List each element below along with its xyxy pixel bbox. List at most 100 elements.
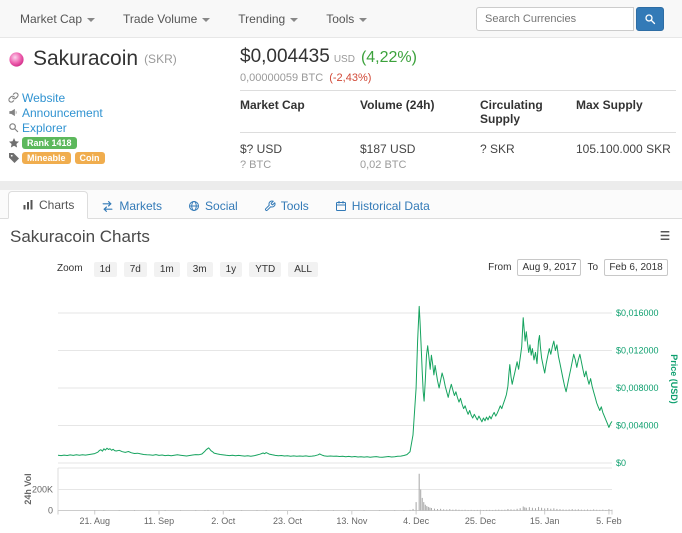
tab-tools[interactable]: Tools xyxy=(251,193,322,219)
x-axis-tick-label: 23. Oct xyxy=(273,516,303,526)
bar-chart-icon xyxy=(22,199,34,211)
coin-link-label[interactable]: Explorer xyxy=(22,121,67,135)
x-axis-tick-label: 15. Jan xyxy=(530,516,560,526)
volume-bar xyxy=(519,508,521,511)
stat-value-main: $187 USD xyxy=(360,142,416,156)
zoom-button-1m[interactable]: 1m xyxy=(153,262,180,277)
volume-bar xyxy=(559,509,561,511)
zoom-buttons: 1d 7d 1m 3m 1y YTD ALL xyxy=(87,259,318,277)
volume-bar xyxy=(525,507,527,511)
volume-bar xyxy=(577,509,579,511)
from-date-input[interactable] xyxy=(517,259,582,276)
zoom-button-all[interactable]: ALL xyxy=(288,262,318,277)
coin-link-explorer[interactable]: Explorer xyxy=(8,120,228,135)
nav-item-trade-volume[interactable]: Trade Volume xyxy=(123,12,211,26)
volume-bar xyxy=(605,509,607,511)
volume-bar xyxy=(504,509,506,511)
zoom-button-3m[interactable]: 3m xyxy=(186,262,213,277)
chevron-down-icon xyxy=(290,17,299,22)
volume-bar xyxy=(541,507,543,511)
volume-axis-tick-label: 200K xyxy=(32,485,53,495)
x-axis-tick-label: 11. Sep xyxy=(144,516,174,526)
tag-badge-coin[interactable]: Coin xyxy=(74,151,105,164)
x-axis-tick-label: 13. Nov xyxy=(336,516,368,526)
section-divider xyxy=(0,181,682,190)
zoom-button-1d[interactable]: 1d xyxy=(93,262,117,277)
stat-label-max-supply: Max Supply xyxy=(576,91,676,133)
volume-bar xyxy=(486,509,488,511)
chevron-down-icon xyxy=(202,17,211,22)
search-icon xyxy=(644,13,656,25)
tab-label: Markets xyxy=(119,199,163,213)
volume-bar xyxy=(446,509,448,511)
stat-value-main: ? SKR xyxy=(480,142,515,156)
stat-value-volume-24h: $187 USD 0,02 BTC xyxy=(360,133,480,171)
coin-link-website[interactable]: Website xyxy=(8,90,228,105)
volume-bar xyxy=(513,509,515,511)
zoom-label: Zoom xyxy=(57,262,83,274)
zoom-button-7d[interactable]: 7d xyxy=(123,262,147,277)
volume-bar xyxy=(498,509,500,511)
rank-row: Rank 1418 xyxy=(8,135,228,150)
volume-bar xyxy=(544,508,546,511)
volume-bar xyxy=(492,509,494,511)
volume-bar xyxy=(412,508,414,511)
price-axis-title: Price (USD) xyxy=(669,354,679,404)
volume-bar xyxy=(464,509,466,511)
volume-bar xyxy=(421,497,423,511)
volume-bar xyxy=(507,509,509,511)
volume-bar xyxy=(602,509,604,511)
volume-bar xyxy=(590,509,592,511)
stat-label-market-cap: Market Cap xyxy=(240,91,360,133)
nav-item-tools[interactable]: Tools xyxy=(326,12,368,26)
volume-bar xyxy=(516,508,518,511)
price-axis-tick-label: $0,008000 xyxy=(616,383,659,393)
price-axis-tick-label: $0,012000 xyxy=(616,346,659,356)
search-input[interactable] xyxy=(476,7,634,31)
volume-bar xyxy=(587,509,589,511)
search-button[interactable] xyxy=(636,7,664,31)
chart-menu-button[interactable] xyxy=(658,229,672,247)
x-axis-tick-label: 4. Dec xyxy=(403,516,430,526)
tag-badge-mineable[interactable]: Mineable xyxy=(22,151,71,164)
to-date-input[interactable] xyxy=(604,259,668,276)
volume-bar xyxy=(599,509,601,511)
zoom-button-1y[interactable]: 1y xyxy=(219,262,243,277)
volume-bar xyxy=(467,509,469,511)
stat-value-max-supply: 105.100.000 SKR xyxy=(576,133,676,171)
volume-bar xyxy=(415,502,417,511)
price-volume-chart[interactable]: $0 $0,004000 $0,008000 $0,012000 $0,016000 0 2… xyxy=(0,285,682,533)
coin-link-label[interactable]: Website xyxy=(22,91,65,105)
tab-social[interactable]: Social xyxy=(175,193,251,219)
exchange-icon xyxy=(101,200,114,213)
chevron-down-icon xyxy=(87,17,96,22)
wrench-icon xyxy=(264,200,276,212)
globe-icon xyxy=(188,200,200,212)
volume-bar xyxy=(409,509,411,511)
price-axis-tick-label: $0,004000 xyxy=(616,421,659,431)
tab-historical-data[interactable]: Historical Data xyxy=(322,193,443,219)
volume-bar xyxy=(455,509,457,511)
tab-charts[interactable]: Charts xyxy=(8,191,89,219)
volume-bar xyxy=(461,509,463,511)
volume-bar xyxy=(553,508,555,511)
chart-title: Sakuracoin Charts xyxy=(10,227,150,246)
volume-bar xyxy=(501,509,503,511)
coin-link-announcement[interactable]: Announcement xyxy=(8,105,228,120)
volume-bar xyxy=(423,502,425,511)
volume-bar xyxy=(550,508,552,511)
nav-item-trending[interactable]: Trending xyxy=(238,12,299,26)
coin-name: Sakuracoin xyxy=(33,47,139,70)
price-btc: 0,00000059 BTC xyxy=(240,72,324,84)
from-label: From xyxy=(488,262,512,273)
volume-bar xyxy=(207,509,209,511)
volume-bar xyxy=(433,508,435,511)
price-axis-tick-label: $0,016000 xyxy=(616,308,659,318)
coin-link-label[interactable]: Announcement xyxy=(22,106,103,120)
stat-value-sub: ? BTC xyxy=(240,159,272,171)
stats-table: Market Cap Volume (24h) Circulating Supply… xyxy=(240,90,676,171)
zoom-button-ytd[interactable]: YTD xyxy=(249,262,282,277)
coin-links: Website Announcement Explorer xyxy=(8,90,228,135)
tab-markets[interactable]: Markets xyxy=(88,193,175,219)
nav-item-market-cap[interactable]: Market Cap xyxy=(20,12,96,26)
